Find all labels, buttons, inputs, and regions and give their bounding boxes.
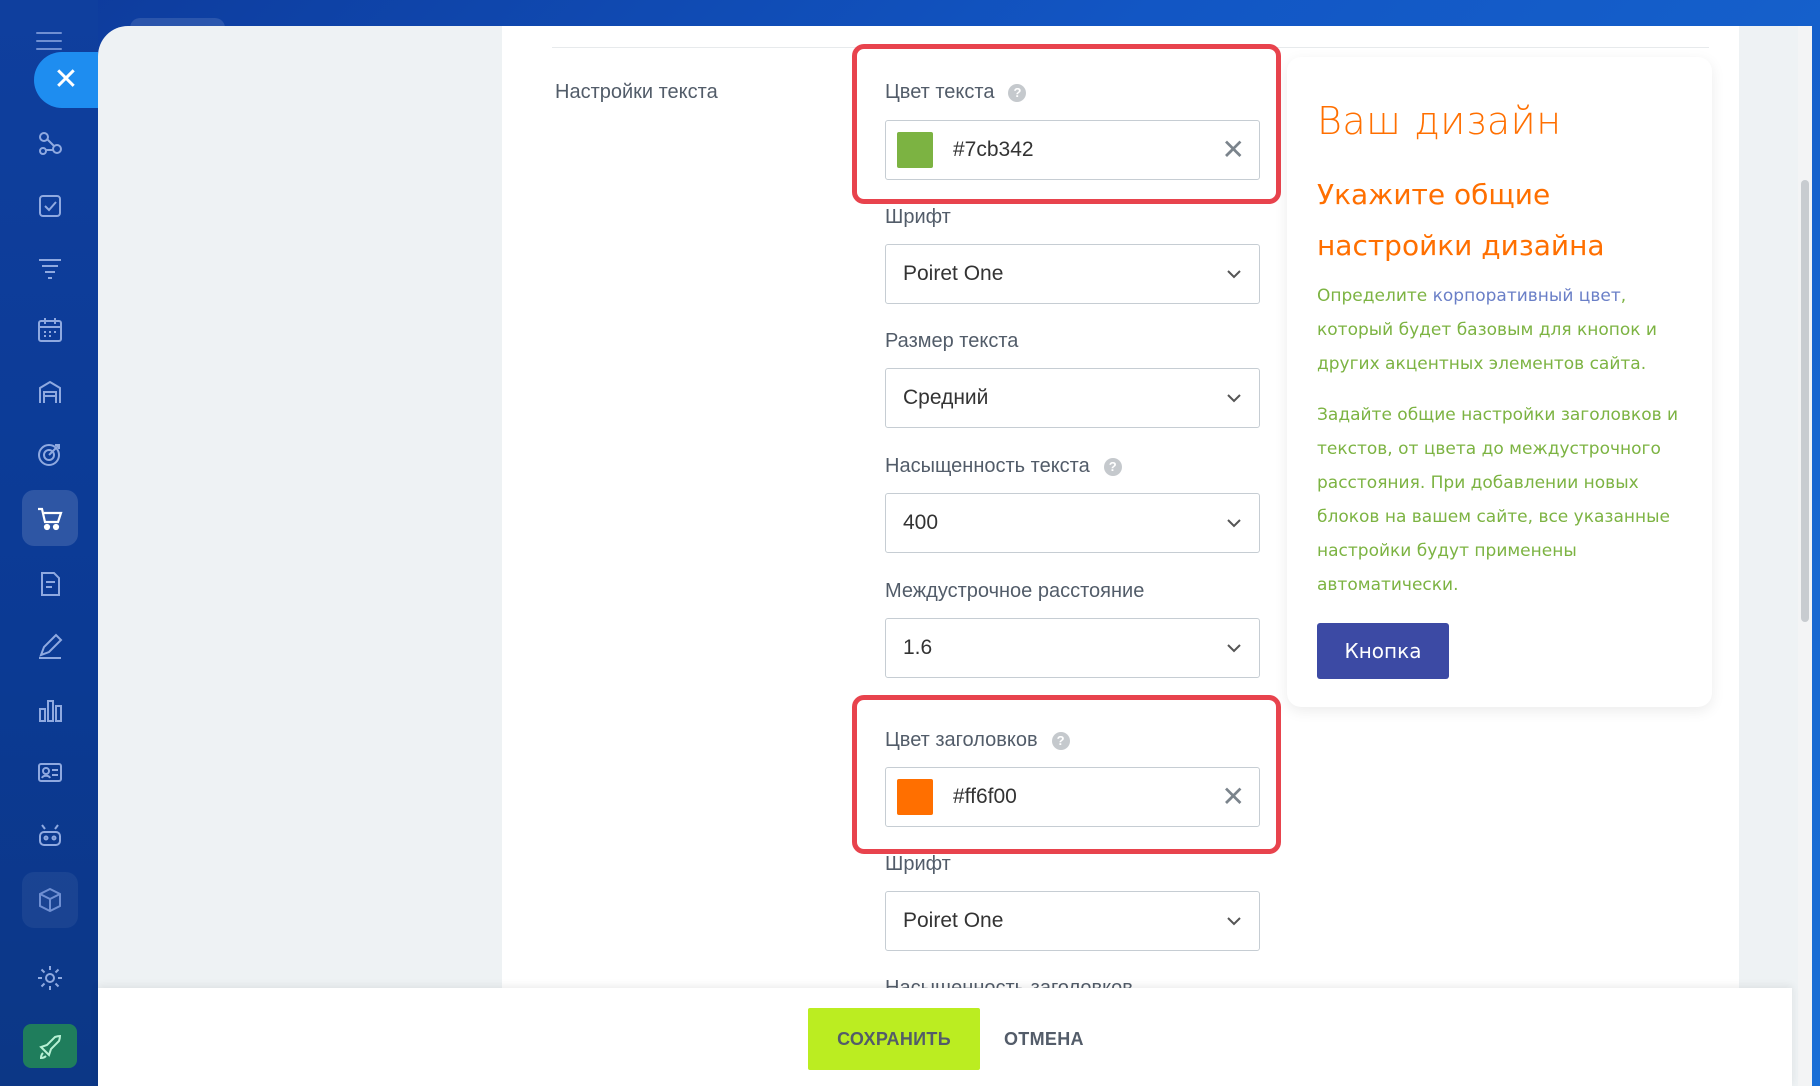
text-color-label: Цвет текста ? [885, 81, 1027, 104]
line-height-select[interactable]: 1.6 [885, 618, 1260, 678]
sidebar-sign-icon[interactable] [22, 618, 78, 674]
preview-subtitle: Укажите общие настройки дизайна [1317, 178, 1605, 262]
design-preview-card: Ваш дизайн Укажите общие настройки дизай… [1287, 57, 1712, 707]
preview-paragraph-1: Определите корпоративный цвет, который б… [1317, 279, 1692, 381]
text-color-input[interactable]: #7cb342 ✕ [885, 120, 1260, 180]
text-size-label: Размер текста [885, 330, 1019, 352]
text-color-value: #7cb342 [953, 138, 1034, 161]
line-height-value: 1.6 [903, 636, 933, 659]
sidebar-box-icon[interactable] [22, 872, 78, 928]
scrollbar-thumb[interactable] [1801, 180, 1809, 622]
cancel-button[interactable]: ОТМЕНА [1004, 1008, 1084, 1070]
line-height-label: Междустрочное расстояние [885, 580, 1145, 602]
app-sidebar: ✕ [0, 0, 98, 1086]
sidebar-analytics-icon[interactable] [22, 682, 78, 738]
chevron-down-icon [1227, 917, 1241, 926]
heading-color-label-text: Цвет заголовков [885, 729, 1038, 751]
preview-accent-text: корпоративный цвет [1432, 286, 1621, 306]
preview-button[interactable]: Кнопка [1317, 623, 1449, 679]
text-size-value: Средний [903, 386, 989, 409]
heading-font-value: Poiret One [903, 909, 1004, 932]
chevron-down-icon [1227, 519, 1241, 528]
chevron-down-icon [1227, 394, 1241, 403]
sidebar-crm-icon[interactable] [22, 116, 78, 172]
preview-text: Определите [1317, 286, 1433, 306]
text-settings-section-label: Настройки текста [555, 81, 718, 103]
text-weight-select[interactable]: 400 [885, 493, 1260, 553]
menu-icon[interactable] [36, 32, 62, 50]
heading-font-select[interactable]: Poiret One [885, 891, 1260, 951]
text-font-value: Poiret One [903, 262, 1004, 285]
text-weight-label: Насыщенность текста ? [885, 455, 1122, 478]
save-button[interactable]: СОХРАНИТЬ [808, 1008, 980, 1070]
sidebar-calendar-icon[interactable] [22, 302, 78, 358]
help-icon[interactable]: ? [1103, 457, 1122, 476]
preview-paragraph-2: Задайте общие настройки заголовков и тек… [1317, 405, 1679, 595]
heading-weight-label: Насыщенность заголовков [885, 977, 1133, 988]
heading-color-swatch[interactable] [897, 779, 933, 815]
clear-icon[interactable]: ✕ [1222, 782, 1245, 812]
sidebar-store-icon[interactable] [22, 364, 78, 420]
help-icon[interactable]: ? [1008, 83, 1027, 102]
close-slider-button[interactable]: ✕ [34, 52, 98, 108]
text-font-select[interactable]: Poiret One [885, 244, 1260, 304]
preview-title: Ваш дизайн [1317, 99, 1562, 143]
sidebar-tasks-icon[interactable] [22, 178, 78, 234]
sidebar-contacts-icon[interactable] [22, 744, 78, 800]
sidebar-rocket-icon[interactable] [23, 1024, 77, 1068]
help-icon[interactable]: ? [1051, 731, 1070, 750]
chevron-down-icon [1227, 270, 1241, 279]
sidebar-shop-icon[interactable] [22, 490, 78, 546]
sidebar-target-icon[interactable] [22, 426, 78, 482]
text-font-label: Шрифт [885, 206, 951, 228]
text-size-select[interactable]: Средний [885, 368, 1260, 428]
chevron-down-icon [1227, 644, 1241, 653]
heading-color-value: #ff6f00 [953, 785, 1017, 808]
text-weight-value: 400 [903, 511, 939, 534]
heading-font-label: Шрифт [885, 853, 951, 875]
sidebar-settings-icon[interactable] [22, 950, 78, 1006]
sidebar-robot-icon[interactable] [22, 808, 78, 864]
sidebar-funnel-icon[interactable] [22, 240, 78, 296]
sidebar-document-icon[interactable] [22, 556, 78, 612]
text-color-label-text: Цвет текста [885, 81, 995, 103]
text-color-swatch[interactable] [897, 132, 933, 168]
heading-color-label: Цвет заголовков ? [885, 729, 1070, 752]
clear-icon[interactable]: ✕ [1222, 135, 1245, 165]
heading-color-input[interactable]: #ff6f00 ✕ [885, 767, 1260, 827]
text-weight-label-text: Насыщенность текста [885, 455, 1090, 477]
